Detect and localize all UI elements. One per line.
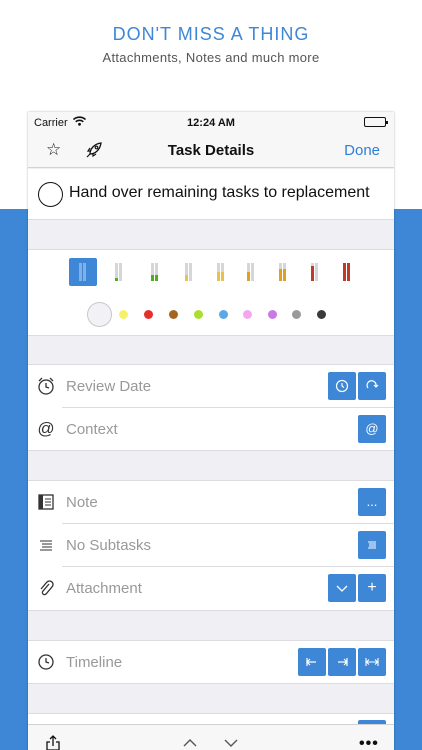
status-time: 12:24 AM <box>187 117 235 129</box>
at-sign-icon: @ <box>37 419 55 438</box>
task-title-row[interactable]: Hand over remaining tasks to replacement <box>28 169 394 220</box>
timeline-label: Timeline <box>66 654 123 671</box>
dates-section: Review Date @ Context @ <box>28 364 394 451</box>
priority-medium-1[interactable] <box>175 258 203 286</box>
note-row[interactable]: Note ... <box>28 481 394 524</box>
subtasks-button[interactable] <box>358 531 386 559</box>
priority-section <box>28 249 394 293</box>
color-swatch[interactable] <box>194 310 203 319</box>
list-icon <box>368 541 376 549</box>
color-none-swatch[interactable] <box>87 302 112 327</box>
subtasks-row[interactable]: No Subtasks <box>28 524 394 567</box>
priority-none[interactable] <box>69 258 97 286</box>
range-icon <box>365 658 379 666</box>
priority-level-icon <box>151 263 160 281</box>
priority-low-1[interactable] <box>105 258 133 286</box>
attachment-label: Attachment <box>66 580 142 597</box>
start-arrow-icon <box>306 658 316 666</box>
priority-low-2[interactable] <box>141 258 169 286</box>
task-title[interactable]: Hand over remaining tasks to replacement <box>69 184 370 202</box>
navigation-bar: ☆ Task Details Done <box>28 134 394 168</box>
priority-urgent-2[interactable] <box>333 258 361 286</box>
priority-level-icon <box>247 263 256 281</box>
priority-high-2[interactable] <box>269 258 297 286</box>
chevron-down-icon <box>336 585 348 592</box>
review-date-clock-button[interactable] <box>328 372 356 400</box>
promo-title: DON'T MISS A THING <box>112 24 310 44</box>
color-swatch[interactable] <box>317 310 326 319</box>
paperclip-icon <box>40 580 54 596</box>
end-arrow-icon <box>338 658 348 666</box>
review-date-row[interactable]: Review Date <box>28 365 394 408</box>
color-swatch[interactable] <box>292 310 301 319</box>
page-title: Task Details <box>167 142 255 159</box>
review-date-label: Review Date <box>66 378 152 395</box>
timeline-end-button[interactable] <box>328 648 356 676</box>
timeline-start-button[interactable] <box>298 648 326 676</box>
chevron-down-icon[interactable] <box>224 738 238 748</box>
attachment-row[interactable]: Attachment + <box>28 567 394 610</box>
priority-level-icon <box>311 263 320 281</box>
context-label: Context <box>66 421 118 438</box>
priority-urgent-1[interactable] <box>301 258 329 286</box>
complete-checkbox[interactable] <box>38 182 63 207</box>
priority-level-icon <box>343 263 352 281</box>
share-icon[interactable] <box>45 735 61 750</box>
clock-icon <box>335 379 349 393</box>
device-screen: Carrier 12:24 AM ☆ Task Details Done Han… <box>28 112 394 750</box>
note-label: Note <box>66 494 98 511</box>
subtasks-label: No Subtasks <box>66 537 152 554</box>
clock-icon <box>38 654 54 670</box>
priority-high-1[interactable] <box>237 258 265 286</box>
notebook-icon <box>38 494 54 510</box>
chevron-up-icon[interactable] <box>183 738 197 748</box>
repeat-icon <box>366 380 379 389</box>
battery-icon <box>364 117 388 127</box>
attachment-expand-button[interactable] <box>328 574 356 602</box>
context-button[interactable]: @ <box>358 415 386 443</box>
priority-level-icon <box>115 263 124 281</box>
done-button[interactable]: Done <box>344 142 380 159</box>
rocket-icon[interactable] <box>85 141 103 159</box>
promo-header: DON'T MISS A THING Attachments, Notes an… <box>0 0 422 100</box>
alarm-clock-icon <box>38 377 54 395</box>
priority-level-icon <box>79 263 88 281</box>
note-button[interactable]: ... <box>358 488 386 516</box>
attachment-add-button[interactable]: + <box>358 574 386 602</box>
review-date-repeat-button[interactable] <box>358 372 386 400</box>
context-row[interactable]: @ Context @ <box>28 408 394 451</box>
priority-level-icon <box>279 263 288 281</box>
promo-subtitle: Attachments, Notes and much more <box>102 50 320 65</box>
star-icon[interactable]: ☆ <box>46 140 61 160</box>
priority-level-icon <box>217 263 226 281</box>
timeline-row[interactable]: Timeline <box>28 641 394 684</box>
color-swatch[interactable] <box>169 310 178 319</box>
list-icon <box>40 540 52 551</box>
color-swatch[interactable] <box>268 310 277 319</box>
more-icon[interactable]: ••• <box>359 735 379 750</box>
details-section: Note ... No Subtasks Attachment + <box>28 480 394 611</box>
color-section <box>28 292 394 336</box>
priority-level-icon <box>185 263 194 281</box>
timeline-section: Timeline <box>28 640 394 684</box>
bottom-toolbar: ••• <box>28 724 394 750</box>
color-swatch[interactable] <box>243 310 252 319</box>
status-bar: Carrier 12:24 AM <box>28 112 394 134</box>
color-swatch[interactable] <box>119 310 128 319</box>
priority-medium-2[interactable] <box>207 258 235 286</box>
color-swatch[interactable] <box>144 310 153 319</box>
color-swatch[interactable] <box>219 310 228 319</box>
timeline-range-button[interactable] <box>358 648 386 676</box>
